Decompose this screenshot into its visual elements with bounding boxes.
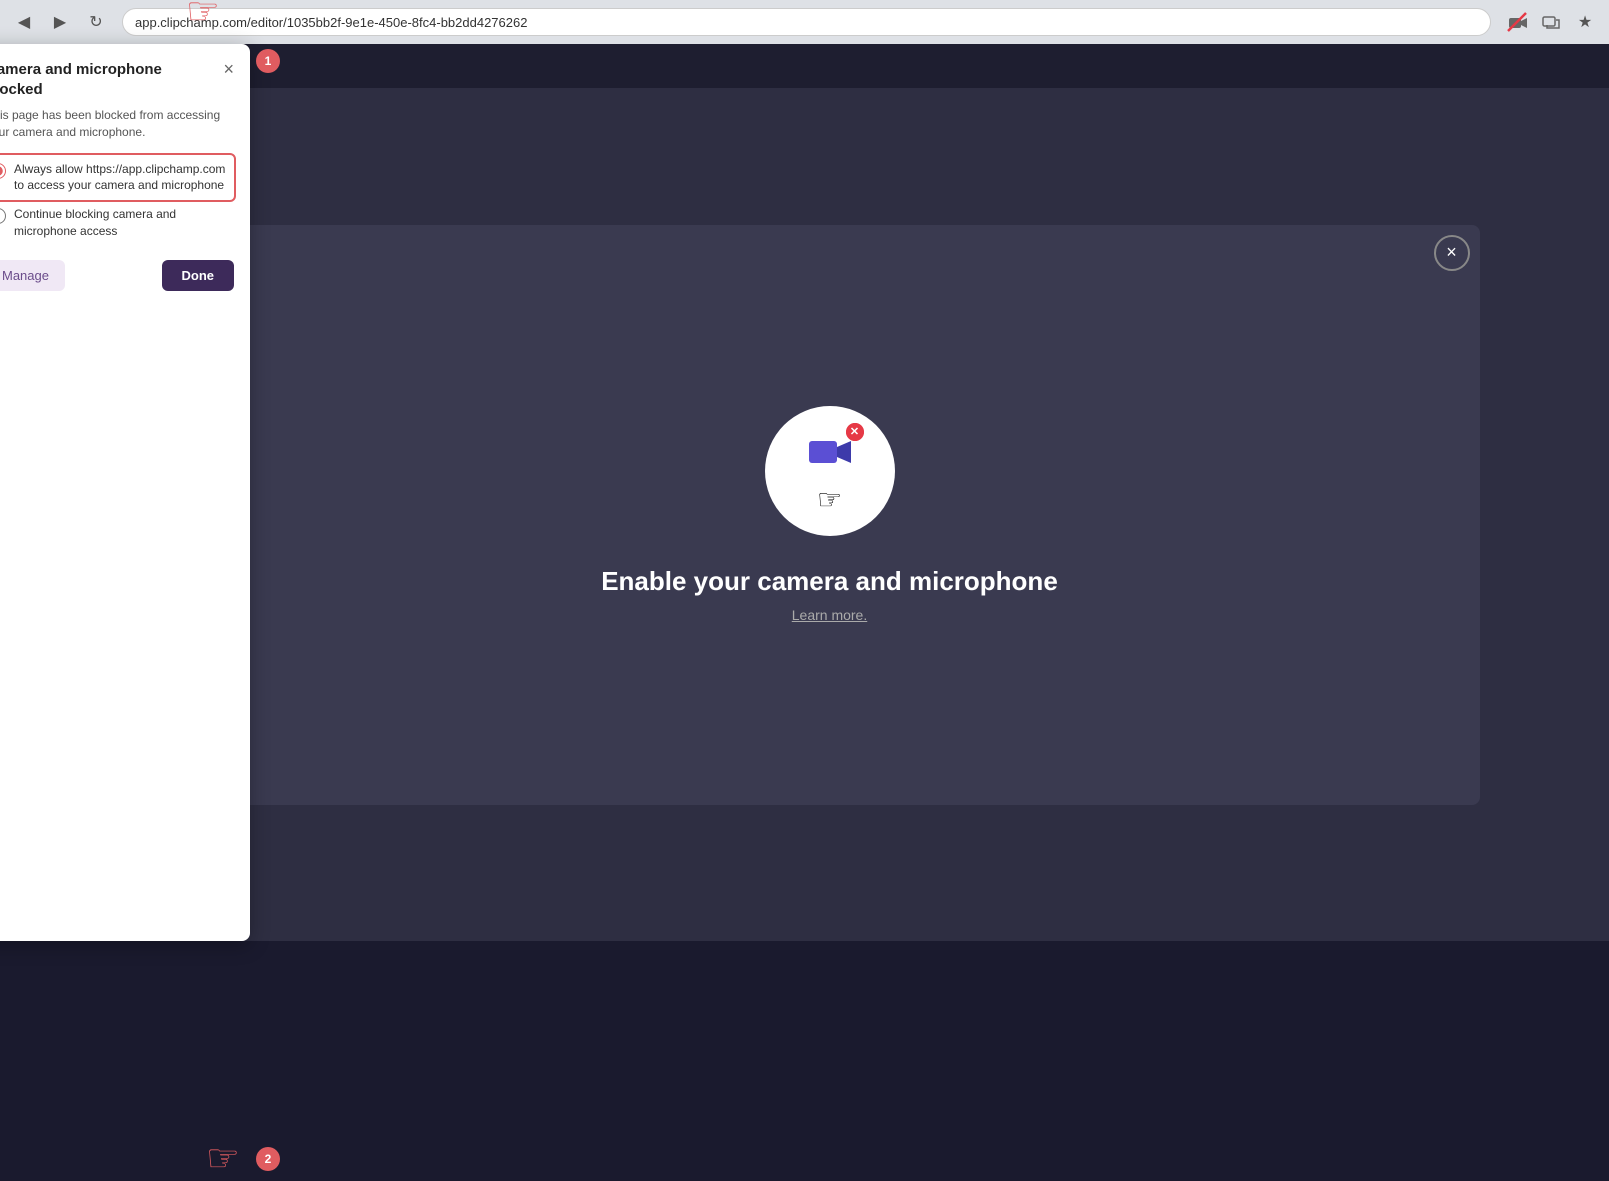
enable-camera-title: Enable your camera and microphone [601,566,1058,597]
allow-radio[interactable] [0,163,6,179]
popup-actions: Manage Done [0,260,234,291]
popup-description: This page has been blocked from accessin… [0,107,234,141]
app-topbar [50,44,1609,88]
annotation-number-2: 2 [256,1147,280,1171]
camera-error-badge: ✕ [846,423,864,441]
annotation-hand-2: ☞ [206,1136,240,1181]
block-radio-label: Continue blocking camera and microphone … [14,206,230,240]
allow-radio-label: Always allow https://app.clipchamp.com t… [14,161,230,195]
camera-panel: × ✕ ✕ ☞ Enable your camera and microphon… [180,225,1480,805]
address-bar[interactable]: app.clipchamp.com/editor/1035bb2f-9e1e-4… [122,8,1491,36]
camera-icon-wrap: ✕ ✕ [800,427,860,477]
popup-close-button[interactable]: × [223,60,234,78]
bookmark-icon[interactable]: ★ [1571,8,1599,36]
popup-header: Camera and microphone blocked × [0,60,234,99]
cast-icon[interactable] [1537,8,1565,36]
camera-icon-circle: ✕ ✕ ☞ [765,406,895,536]
camera-svg-icon [809,436,851,468]
manage-button[interactable]: Manage [0,260,65,291]
done-button[interactable]: Done [162,260,235,291]
annotation-number-1: 1 [256,49,280,73]
app-area: ☰ ⊞ ▷ T ♪ ✦ ⇄ × ✕ [0,44,1609,941]
camera-permission-popup: ☞ 1 Camera and microphone blocked × This… [0,44,250,941]
camera-blocked-icon[interactable] [1503,8,1531,36]
forward-button[interactable]: ▶ [46,8,74,36]
content-area: × ✕ ✕ ☞ Enable your camera and microphon… [50,88,1609,941]
block-radio[interactable] [0,208,6,224]
panel-close-button[interactable]: × [1434,235,1470,271]
allow-option[interactable]: Always allow https://app.clipchamp.com t… [0,155,234,201]
learn-more-link[interactable]: Learn more. [792,607,867,623]
back-button[interactable]: ◀ [10,8,38,36]
annotation-hand-1: ☞ [186,0,220,34]
browser-icons: ★ [1503,8,1599,36]
block-option[interactable]: Continue blocking camera and microphone … [0,200,234,246]
refresh-button[interactable]: ↻ [82,8,110,36]
browser-chrome: ◀ ▶ ↻ app.clipchamp.com/editor/1035bb2f-… [0,0,1609,44]
popup-title: Camera and microphone blocked [0,60,215,99]
cursor-hand-icon: ☞ [817,483,842,516]
